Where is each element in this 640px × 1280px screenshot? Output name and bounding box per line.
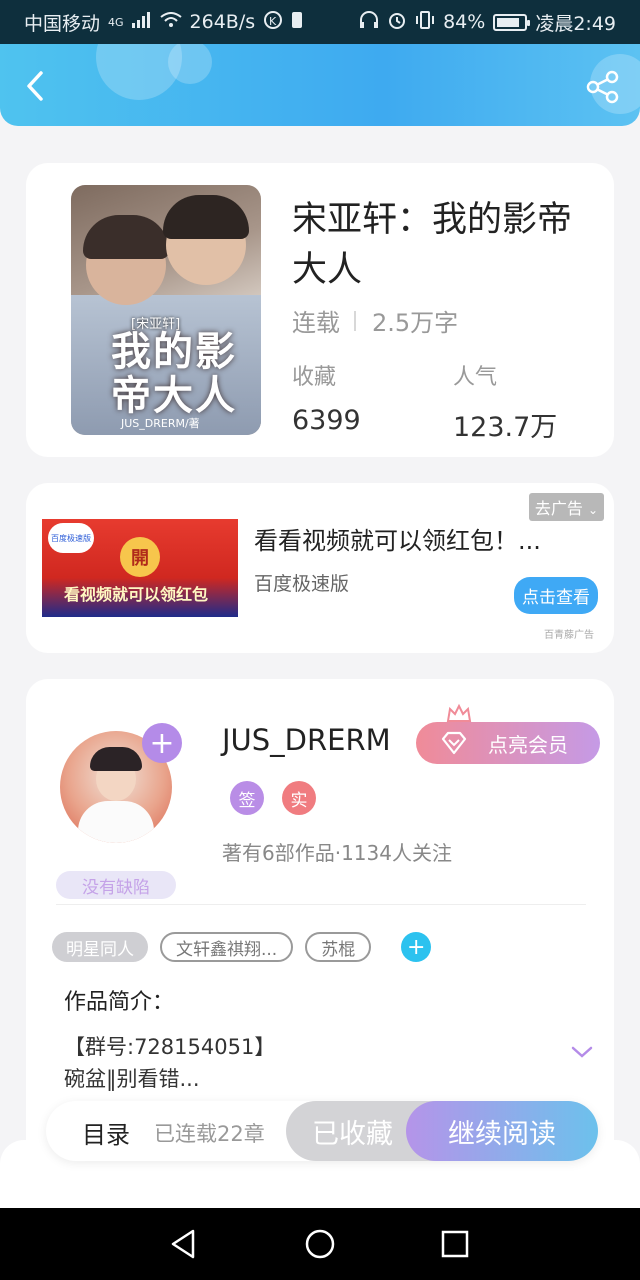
ad-image[interactable]: 百度极速版 開 看视频就可以领红包 — [42, 519, 238, 617]
share-icon — [586, 70, 619, 104]
headphone-icon — [359, 11, 379, 33]
follow-author-button[interactable]: + — [142, 723, 182, 763]
crown-icon — [446, 703, 472, 722]
avatar-figure — [78, 801, 154, 843]
status-bar: 中国移动 4G 264B/s K 84% 凌晨2:49 — [0, 0, 640, 44]
intro-title: 作品简介： — [64, 990, 175, 1015]
expand-chevron-icon[interactable] — [570, 1045, 594, 1059]
header-decoration — [168, 44, 212, 84]
signed-badge: 签 — [230, 781, 264, 815]
ad-card[interactable]: 百度极速版 開 看视频就可以领红包 看看视频就可以领红包！... 百度极速版 去… — [26, 483, 614, 653]
back-button[interactable] — [20, 68, 50, 104]
book-title: 宋亚轩：我的影帝大人 — [292, 200, 573, 290]
alarm-icon — [387, 10, 407, 34]
chevron-left-icon — [27, 71, 43, 101]
diamond-icon — [441, 731, 467, 755]
sim-icon — [291, 11, 303, 33]
favorites-value: 6399 — [292, 405, 361, 436]
author-stats: 著有6部作品·1134人关注 — [222, 841, 452, 865]
favorites-label: 收藏 — [292, 365, 337, 390]
network-speed: 264B/s — [189, 11, 256, 33]
divider — [56, 904, 586, 905]
popularity-stat: 人气 123.7万 — [453, 359, 557, 444]
ad-cta-button[interactable]: 点击查看 — [514, 577, 598, 614]
verified-badge: 实 — [282, 781, 316, 815]
cover-title: 我的影 帝大人 — [111, 330, 237, 418]
favorites-stat: 收藏 6399 — [292, 359, 361, 436]
vip-label: 点亮会员 — [488, 732, 568, 757]
k-app-icon: K — [263, 10, 283, 34]
avatar-figure — [90, 747, 142, 771]
wifi-icon — [159, 12, 182, 32]
cover-author: JUS_DRERM/著 — [121, 417, 200, 430]
toc-button[interactable]: 目录 — [82, 1115, 130, 1150]
header-bar — [0, 44, 640, 126]
remove-ad-button[interactable]: 去广告 ⌄ — [528, 493, 604, 521]
tag-list: 明星同人 文轩鑫祺翔... 苏棍 + — [52, 932, 432, 962]
meta-divider — [354, 310, 356, 331]
word-count: 2.5万字 — [372, 309, 459, 337]
book-cover[interactable]: [宋亚轩] 我的影 帝大人 JUS_DRERM/著 — [71, 185, 261, 435]
intro-text: 【群号:728154051】 碗盆‖别看错... — [64, 1031, 544, 1095]
chapter-count: 已连载22章 — [154, 1122, 265, 1146]
battery-percent: 84% — [443, 11, 486, 33]
book-meta: 连载 2.5万字 — [292, 303, 458, 338]
nav-home-icon[interactable] — [302, 1226, 338, 1262]
book-info-card: [宋亚轩] 我的影 帝大人 JUS_DRERM/著 宋亚轩：我的影帝大人 连载 … — [26, 163, 614, 457]
tag-item[interactable]: 苏棍 — [305, 932, 372, 962]
signal-icon: 4G — [108, 15, 124, 29]
intro-line: 【群号:728154051】 — [64, 1035, 276, 1059]
system-nav-bar — [0, 1208, 640, 1280]
ad-coin: 開 — [120, 537, 160, 577]
tag-item[interactable]: 明星同人 — [52, 932, 148, 962]
plus-icon: + — [149, 725, 175, 761]
vibrate-icon — [415, 10, 435, 34]
cover-figure — [83, 215, 169, 259]
carrier-label: 中国移动 — [24, 12, 101, 35]
battery-icon — [493, 13, 531, 31]
svg-text:K: K — [269, 15, 277, 28]
ad-mark: 百青藤广告 — [544, 630, 594, 641]
nav-back-icon[interactable] — [165, 1226, 201, 1262]
ad-title[interactable]: 看看视频就可以领红包！... — [254, 521, 541, 556]
defect-badge: 没有缺陷 — [56, 871, 176, 899]
ad-image-tag: 百度极速版 — [48, 523, 94, 553]
add-tag-button[interactable]: + — [401, 932, 432, 962]
action-bar: 目录 已连载22章 已收藏 继续阅读 — [46, 1101, 598, 1161]
remove-ad-label: 去广告 — [534, 499, 583, 518]
ad-image-text: 看视频就可以领红包 — [64, 585, 209, 604]
cover-figure — [163, 195, 249, 239]
intro-line: 碗盆‖别看错... — [64, 1067, 200, 1091]
author-name[interactable]: JUS_DRERM — [222, 723, 391, 757]
ad-source: 百度极速版 — [254, 573, 350, 595]
plus-icon: + — [407, 934, 426, 960]
popularity-value: 123.7万 — [453, 412, 558, 443]
vip-button[interactable]: 点亮会员 — [416, 722, 600, 764]
nav-recents-icon[interactable] — [437, 1226, 473, 1262]
share-button[interactable] — [586, 70, 620, 104]
signal-bars-icon — [131, 12, 152, 32]
chevron-down-icon: ⌄ — [587, 503, 598, 517]
tag-item[interactable]: 文轩鑫祺翔... — [160, 932, 294, 962]
cover-title-line: 帝大人 — [111, 372, 237, 419]
clock: 凌晨2:49 — [535, 12, 616, 35]
continue-reading-button[interactable]: 继续阅读 — [406, 1101, 598, 1161]
book-status: 连载 — [292, 309, 340, 337]
cover-title-line: 我的影 — [111, 328, 237, 375]
popularity-label: 人气 — [453, 365, 498, 390]
